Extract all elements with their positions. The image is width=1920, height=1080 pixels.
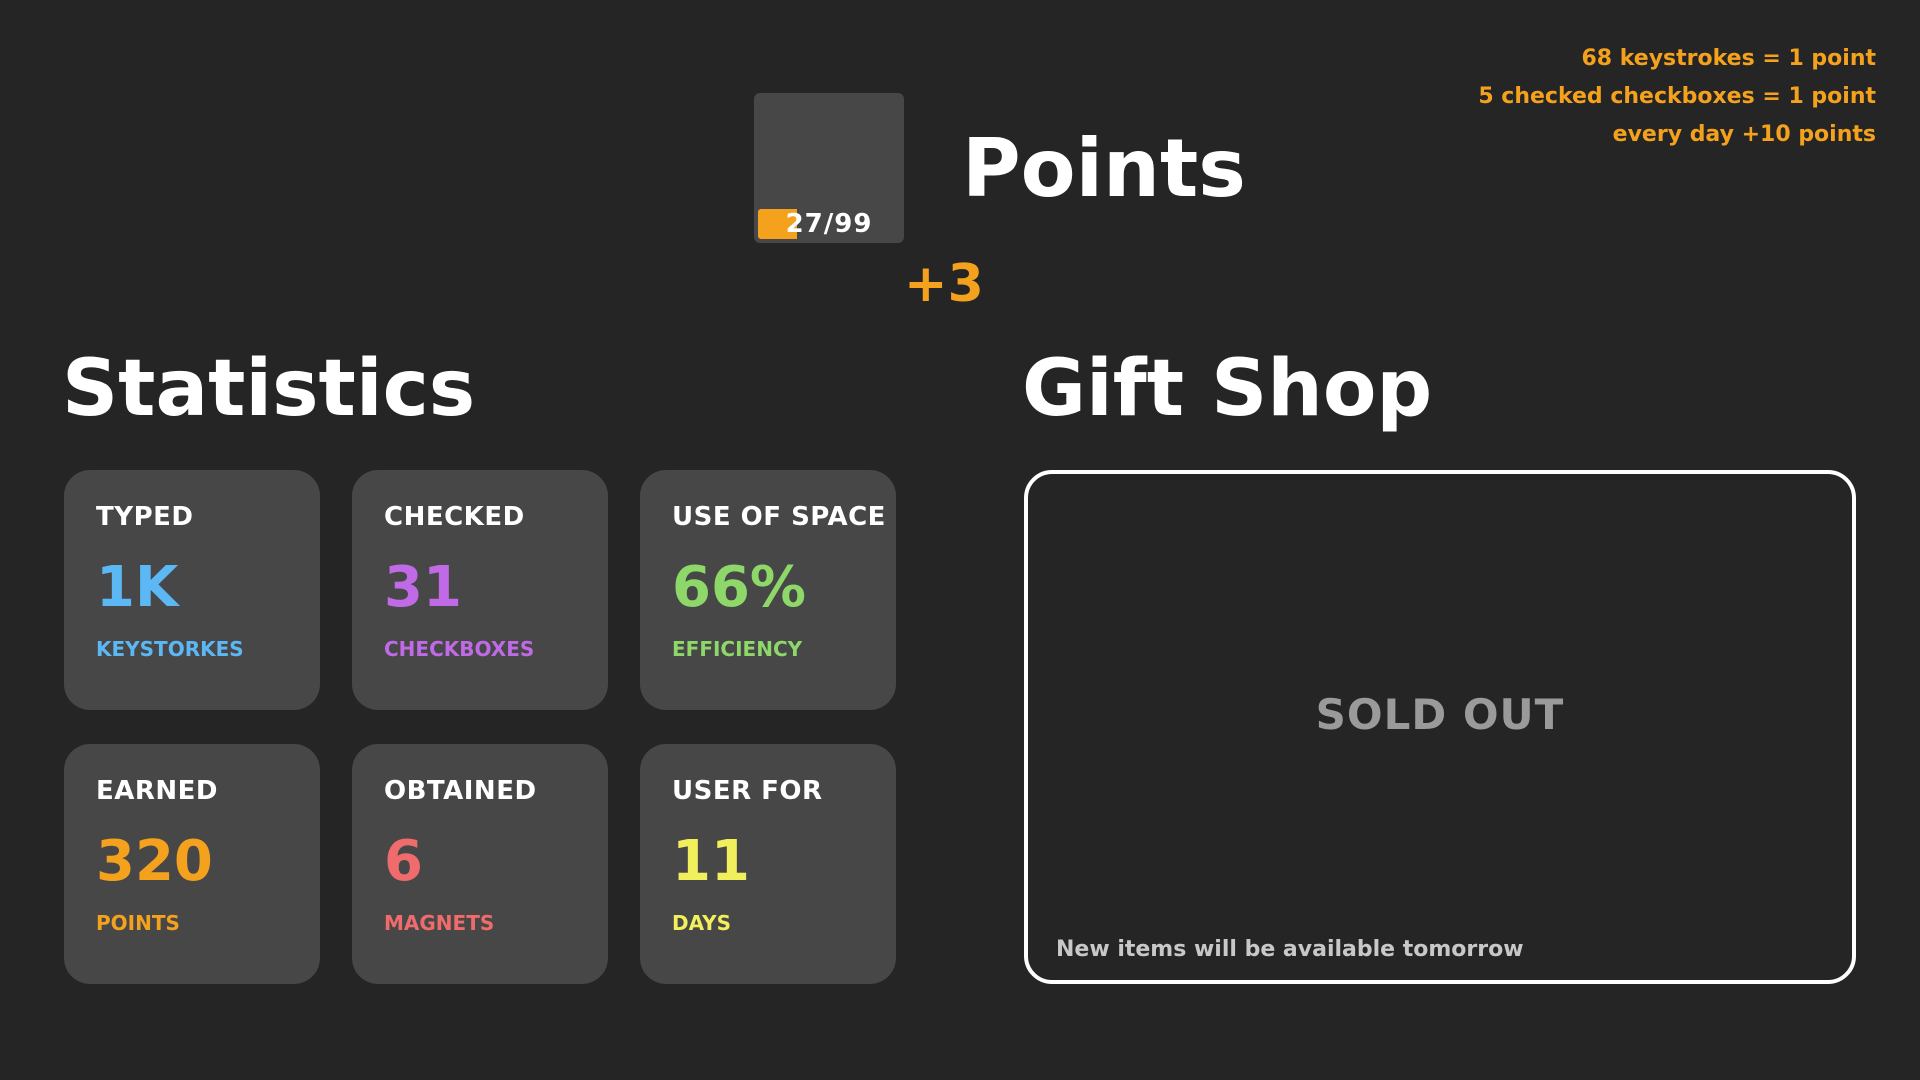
points-delta: +3 [904, 254, 984, 314]
stat-card-user-for: USER FOR 11 DAYS [640, 744, 896, 984]
stat-card-use-of-space: USE OF SPACE 66% EFFICIENCY [640, 470, 896, 710]
stat-label: TYPED [96, 502, 194, 532]
stat-card-typed: TYPED 1K KEYSTORKES [64, 470, 320, 710]
gift-shop-panel: SOLD OUT New items will be available tom… [1024, 470, 1856, 984]
stat-value: 1K [96, 555, 179, 620]
statistics-grid: TYPED 1K KEYSTORKES CHECKED 31 CHECKBOXE… [64, 470, 896, 984]
stat-unit: KEYSTORKES [96, 637, 244, 661]
rule-daily: every day +10 points [1612, 122, 1876, 147]
gift-shop-note: New items will be available tomorrow [1056, 937, 1524, 962]
stat-card-earned: EARNED 320 POINTS [64, 744, 320, 984]
stat-value: 6 [384, 829, 423, 894]
stat-unit: EFFICIENCY [672, 637, 803, 661]
points-rules: 68 keystrokes = 1 point 5 checked checkb… [1478, 40, 1876, 154]
points-progress-bar: 27/99 [758, 209, 900, 239]
stat-unit: DAYS [672, 911, 732, 935]
points-progress-text: 27/99 [785, 209, 873, 239]
stat-unit: POINTS [96, 911, 180, 935]
points-progress-box: 27/99 [754, 93, 904, 243]
stat-value: 66% [672, 555, 807, 620]
points-page: 68 keystrokes = 1 point 5 checked checkb… [0, 0, 1920, 1080]
statistics-title: Statistics [62, 344, 476, 434]
stat-label: USE OF SPACE [672, 502, 886, 532]
stat-unit: CHECKBOXES [384, 637, 535, 661]
stat-value: 31 [384, 555, 462, 620]
stat-label: USER FOR [672, 776, 823, 806]
stat-unit: MAGNETS [384, 911, 495, 935]
stat-label: OBTAINED [384, 776, 537, 806]
sold-out-label: SOLD OUT [1315, 690, 1565, 739]
rule-keystrokes: 68 keystrokes = 1 point [1581, 46, 1876, 71]
stat-label: EARNED [96, 776, 219, 806]
rule-checkboxes: 5 checked checkboxes = 1 point [1478, 84, 1876, 109]
stat-card-checked: CHECKED 31 CHECKBOXES [352, 470, 608, 710]
stat-value: 320 [96, 829, 213, 894]
stat-label: CHECKED [384, 502, 525, 532]
gift-shop-title: Gift Shop [1022, 344, 1433, 434]
points-title: Points [962, 122, 1246, 215]
stat-value: 11 [672, 829, 750, 894]
stat-card-obtained: OBTAINED 6 MAGNETS [352, 744, 608, 984]
